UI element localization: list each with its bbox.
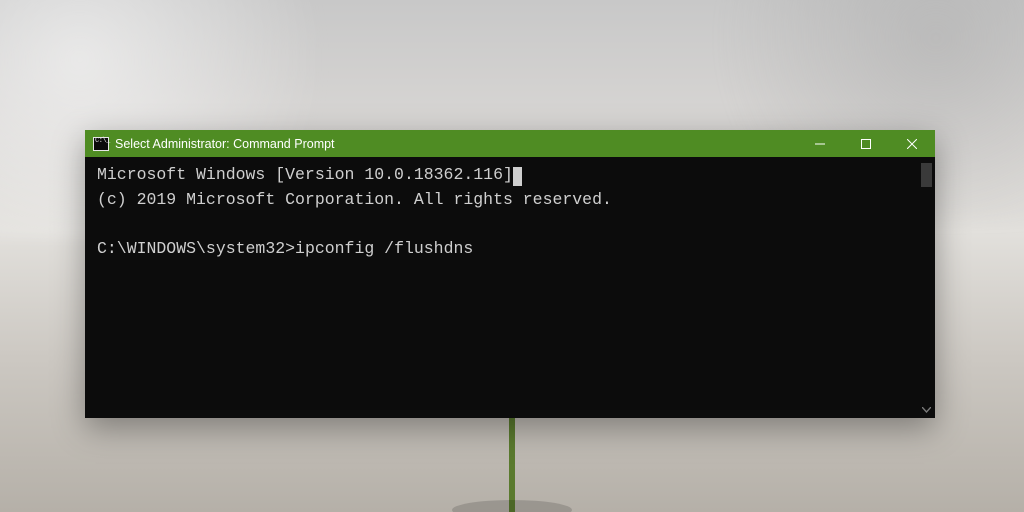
- scroll-down-arrow-icon[interactable]: [920, 403, 933, 416]
- command-prompt-window: Select Administrator: Command Prompt Mic…: [85, 130, 935, 418]
- console-line-copyright: (c) 2019 Microsoft Corporation. All righ…: [97, 190, 612, 209]
- window-title: Select Administrator: Command Prompt: [115, 137, 335, 151]
- console-command: ipconfig /flushdns: [295, 239, 473, 258]
- maximize-icon: [861, 139, 871, 149]
- console-prompt: C:\WINDOWS\system32>: [97, 239, 295, 258]
- minimize-icon: [815, 139, 825, 149]
- minimize-button[interactable]: [797, 130, 843, 157]
- vertical-scrollbar[interactable]: [918, 157, 935, 418]
- console-output[interactable]: Microsoft Windows [Version 10.0.18362.11…: [85, 157, 935, 418]
- cmd-icon: [93, 137, 109, 151]
- scrollbar-thumb[interactable]: [921, 163, 932, 187]
- close-button[interactable]: [889, 130, 935, 157]
- titlebar[interactable]: Select Administrator: Command Prompt: [85, 130, 935, 157]
- close-icon: [907, 139, 917, 149]
- text-cursor: [513, 167, 522, 186]
- maximize-button[interactable]: [843, 130, 889, 157]
- console-line-version: Microsoft Windows [Version 10.0.18362.11…: [97, 165, 513, 184]
